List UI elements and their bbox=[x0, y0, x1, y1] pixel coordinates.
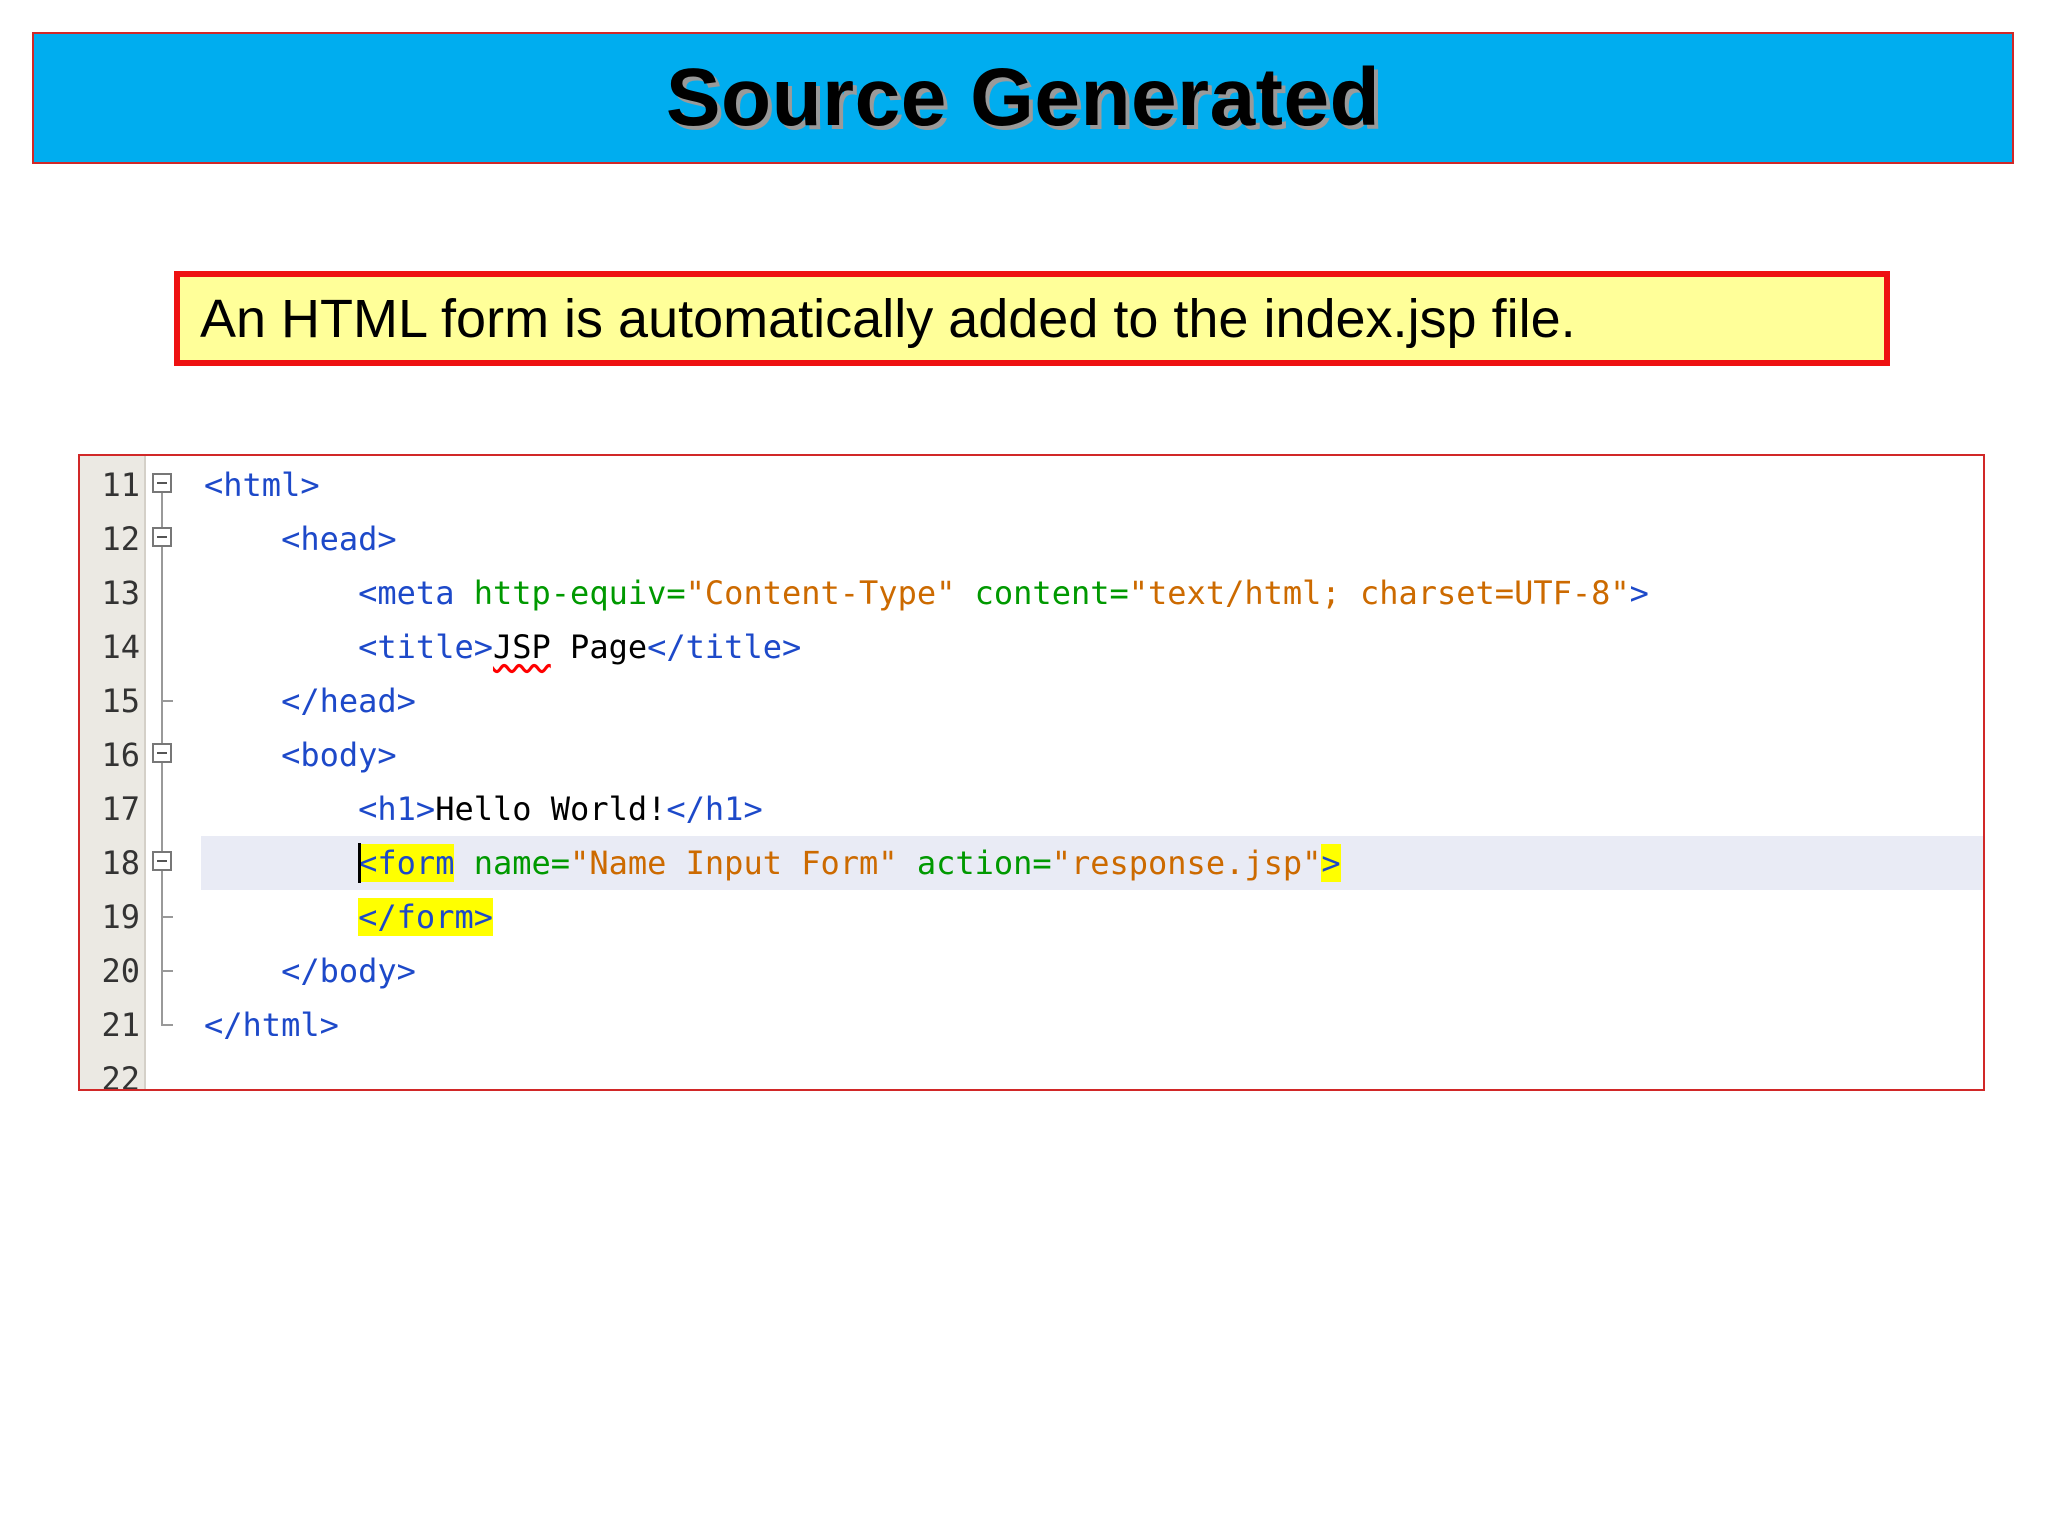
code-text[interactable]: <meta http-equiv="Content-Type" content=… bbox=[204, 566, 1649, 620]
code-line[interactable]: 12 <head> bbox=[80, 512, 1983, 566]
code-line[interactable]: 14 <title>JSP Page</title> bbox=[80, 620, 1983, 674]
code-text[interactable]: <title>JSP Page</title> bbox=[204, 620, 801, 674]
code-token-val: "response.jsp" bbox=[1051, 844, 1322, 882]
code-line[interactable]: 15 </head> bbox=[80, 674, 1983, 728]
code-token-attr: http-equiv= bbox=[473, 574, 686, 612]
code-text[interactable]: <html> bbox=[204, 458, 320, 512]
fold-end-icon bbox=[152, 890, 176, 944]
code-token-tag: </h1> bbox=[666, 790, 763, 828]
text-caret bbox=[358, 843, 362, 883]
slide-title-bar: Source Generated bbox=[32, 32, 2014, 164]
code-text[interactable]: </form> bbox=[204, 890, 493, 944]
line-number: 14 bbox=[101, 628, 140, 666]
code-token-attr: name= bbox=[454, 844, 571, 882]
code-line[interactable]: 11 <html> bbox=[80, 458, 1983, 512]
code-token-val: "Content-Type" bbox=[685, 574, 956, 612]
line-number: 15 bbox=[101, 682, 140, 720]
code-token-attr: content= bbox=[955, 574, 1129, 612]
code-token-tag: <meta bbox=[358, 574, 474, 612]
fold-end-icon bbox=[152, 944, 176, 998]
fold-collapse-icon[interactable] bbox=[152, 458, 176, 512]
code-token-txt: Hello World! bbox=[435, 790, 667, 828]
fold-empty bbox=[152, 1052, 176, 1089]
fold-collapse-icon[interactable] bbox=[152, 836, 176, 890]
fold-end-icon bbox=[152, 674, 176, 728]
code-line[interactable]: 13 <meta http-equiv="Content-Type" conte… bbox=[80, 566, 1983, 620]
code-token-txt: Page bbox=[550, 628, 648, 666]
code-editor[interactable]: 11 <html> 12 <head> 13 <meta http-equiv="Co… bbox=[78, 454, 1985, 1091]
line-number: 18 bbox=[101, 844, 140, 882]
line-number: 12 bbox=[101, 520, 140, 558]
code-line[interactable]: 21 </html> bbox=[80, 998, 1983, 1052]
line-number: 17 bbox=[101, 790, 140, 828]
code-token-tag: <title> bbox=[358, 628, 493, 666]
code-token-tag: <body> bbox=[281, 736, 397, 774]
code-text[interactable]: <h1>Hello World!</h1> bbox=[204, 782, 763, 836]
fold-end-icon bbox=[152, 998, 176, 1052]
line-number: 20 bbox=[101, 952, 140, 990]
code-line[interactable]: 16 <body> bbox=[80, 728, 1983, 782]
code-line[interactable]: 18 <form name="Name Input Form" action="… bbox=[80, 836, 1983, 890]
code-token-tag: <h1> bbox=[358, 790, 436, 828]
code-token-tag: <html> bbox=[204, 466, 320, 504]
fold-guide-icon bbox=[152, 782, 176, 836]
code-token-tag: <form bbox=[358, 844, 455, 882]
fold-collapse-icon[interactable] bbox=[152, 512, 176, 566]
line-number: 16 bbox=[101, 736, 140, 774]
line-number: 13 bbox=[101, 574, 140, 612]
note-callout: An HTML form is automatically added to t… bbox=[174, 271, 1890, 366]
code-text[interactable]: <head> bbox=[204, 512, 397, 566]
code-line[interactable]: 20 </body> bbox=[80, 944, 1983, 998]
line-number: 11 bbox=[101, 466, 140, 504]
code-line[interactable]: 17 <h1>Hello World!</h1> bbox=[80, 782, 1983, 836]
code-token-attr: action= bbox=[897, 844, 1052, 882]
code-token-tag: </title> bbox=[647, 628, 802, 666]
code-token-tag: <head> bbox=[281, 520, 397, 558]
code-token-tag: </form> bbox=[358, 898, 493, 936]
line-number: 19 bbox=[101, 898, 140, 936]
line-number: 22 bbox=[101, 1060, 140, 1091]
code-text[interactable]: </head> bbox=[204, 674, 416, 728]
note-text: An HTML form is automatically added to t… bbox=[200, 288, 1576, 349]
slide-title: Source Generated bbox=[665, 52, 1381, 143]
code-text[interactable]: <form name="Name Input Form" action="res… bbox=[204, 836, 1341, 890]
code-token-tag: </html> bbox=[204, 1006, 339, 1044]
code-token-tag: > bbox=[1321, 844, 1341, 882]
code-token-txt: JSP bbox=[492, 628, 551, 666]
code-text[interactable]: </html> bbox=[204, 998, 339, 1052]
code-line[interactable]: 22 bbox=[80, 1052, 1983, 1091]
line-number: 21 bbox=[101, 1006, 140, 1044]
code-token-tag: </body> bbox=[281, 952, 416, 990]
code-text[interactable]: </body> bbox=[204, 944, 416, 998]
code-line[interactable]: 19 </form> bbox=[80, 890, 1983, 944]
code-text[interactable]: <body> bbox=[204, 728, 397, 782]
fold-collapse-icon[interactable] bbox=[152, 728, 176, 782]
code-token-val: "Name Input Form" bbox=[570, 844, 898, 882]
code-token-tag: > bbox=[1629, 574, 1649, 612]
fold-guide-icon bbox=[152, 566, 176, 620]
code-token-val: "text/html; charset=UTF-8" bbox=[1128, 574, 1630, 612]
fold-guide-icon bbox=[152, 620, 176, 674]
code-token-tag: </head> bbox=[281, 682, 416, 720]
